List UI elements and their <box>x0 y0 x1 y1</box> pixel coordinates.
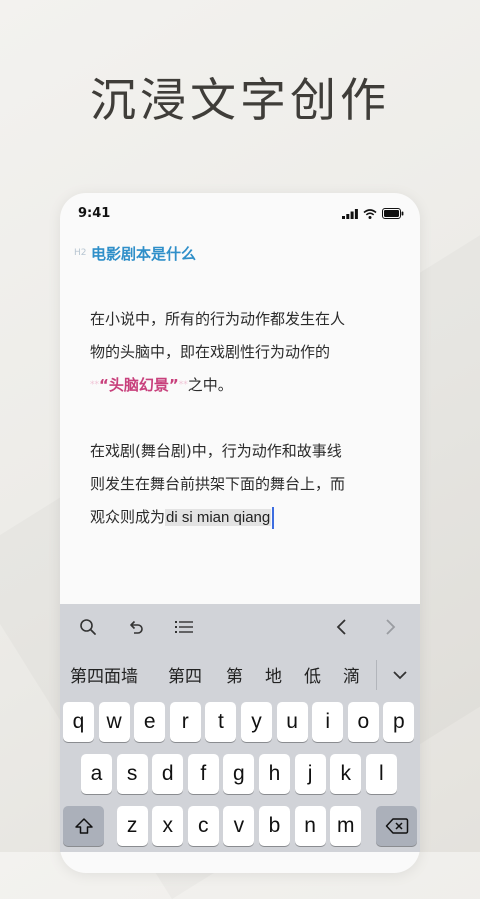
heading-level-tag: H2 <box>74 248 87 258</box>
key-r[interactable]: r <box>169 702 201 742</box>
status-bar: 9:41 <box>60 193 420 229</box>
bold-mark-open: ** <box>90 380 99 390</box>
paragraph-2[interactable]: 在戏剧(舞台剧)中，行为动作和故事线 则发生在舞台前拱架下面的舞台上，而 观众则… <box>90 435 395 534</box>
backspace-icon <box>385 818 408 834</box>
key-z[interactable]: z <box>116 806 148 846</box>
highlighted-text: “头脑幻景” <box>99 376 179 394</box>
delete-key[interactable] <box>376 806 417 846</box>
cursor-right-button[interactable] <box>378 615 402 639</box>
key-v[interactable]: v <box>223 806 255 846</box>
paragraph-1[interactable]: 在小说中，所有的行为动作都发生在人 物的头脑中，即在戏剧性行为动作的 **“头脑… <box>90 303 395 402</box>
status-icons <box>342 208 404 219</box>
candidate-item[interactable]: 地 <box>265 662 282 687</box>
candidate-item[interactable]: 第四 <box>168 662 202 687</box>
key-x[interactable]: x <box>152 806 184 846</box>
key-a[interactable]: a <box>81 754 112 794</box>
paragraph-line: 在小说中，所有的行为动作都发生在人 <box>90 310 346 328</box>
key-f[interactable]: f <box>187 754 219 794</box>
chevron-down-icon <box>393 671 407 680</box>
key-y[interactable]: y <box>241 702 272 742</box>
candidate-item[interactable]: 滴 <box>343 662 360 687</box>
key-c[interactable]: c <box>187 806 219 846</box>
bold-mark-close: ** <box>178 380 188 390</box>
key-w[interactable]: w <box>98 702 130 742</box>
key-e[interactable]: e <box>134 702 166 742</box>
shift-icon <box>74 818 93 834</box>
outline-button[interactable] <box>172 615 196 639</box>
list-icon <box>175 621 193 633</box>
key-d[interactable]: d <box>152 754 184 794</box>
battery-icon <box>382 208 404 219</box>
composing-text: di si mian qiang <box>165 509 272 526</box>
candidate-divider <box>376 660 377 690</box>
headline: 沉浸文字创作 <box>90 73 390 127</box>
candidate-item[interactable]: 低 <box>304 662 321 687</box>
undo-button[interactable] <box>124 615 148 639</box>
paragraph-line: 则发生在舞台前拱架下面的舞台上，而 <box>90 475 346 493</box>
key-j[interactable]: j <box>294 754 326 794</box>
editor-toolbar <box>60 604 420 650</box>
shift-key[interactable] <box>63 806 104 846</box>
key-g[interactable]: g <box>223 754 255 794</box>
key-s[interactable]: s <box>116 754 148 794</box>
search-button[interactable] <box>76 615 100 639</box>
document-heading[interactable]: 电影剧本是什么 <box>91 243 196 264</box>
text-caret <box>272 506 275 529</box>
cursor-left-button[interactable] <box>330 615 354 639</box>
paragraph-text: 之中。 <box>187 376 233 394</box>
key-l[interactable]: l <box>365 754 397 794</box>
candidate-item[interactable]: 第四面墙 <box>70 662 138 687</box>
candidate-bar: 第四面墙 第四 第 地 低 滴 <box>60 654 420 698</box>
wifi-icon <box>363 208 377 219</box>
paragraph-line: 物的头脑中，即在戏剧性行为动作的 <box>90 343 331 361</box>
search-icon <box>80 619 96 635</box>
paragraph-line: 观众则成为di si mian qiang <box>90 501 395 534</box>
chevron-right-icon <box>386 619 396 635</box>
key-q[interactable]: q <box>63 702 94 742</box>
key-o[interactable]: o <box>347 702 379 742</box>
paragraph-line: **“头脑幻景”**之中。 <box>90 369 395 402</box>
expand-candidates-button[interactable] <box>388 663 412 687</box>
key-n[interactable]: n <box>294 806 326 846</box>
key-m[interactable]: m <box>330 806 362 846</box>
key-u[interactable]: u <box>276 702 308 742</box>
key-h[interactable]: h <box>259 754 290 794</box>
candidate-item[interactable]: 第 <box>226 662 243 687</box>
key-i[interactable]: i <box>312 702 344 742</box>
undo-icon <box>130 620 143 634</box>
key-k[interactable]: k <box>330 754 362 794</box>
status-time: 9:41 <box>78 206 111 221</box>
key-p[interactable]: p <box>383 702 415 742</box>
paragraph-line: 在戏剧(舞台剧)中，行为动作和故事线 <box>90 442 342 460</box>
signal-icon <box>342 208 358 219</box>
chevron-left-icon <box>336 619 346 635</box>
keyboard-area: 第四面墙 第四 第 地 低 滴 q w e r t y u i o p a s … <box>60 604 420 852</box>
key-b[interactable]: b <box>259 806 290 846</box>
key-t[interactable]: t <box>205 702 237 742</box>
paragraph-text: 观众则成为 <box>90 508 166 526</box>
